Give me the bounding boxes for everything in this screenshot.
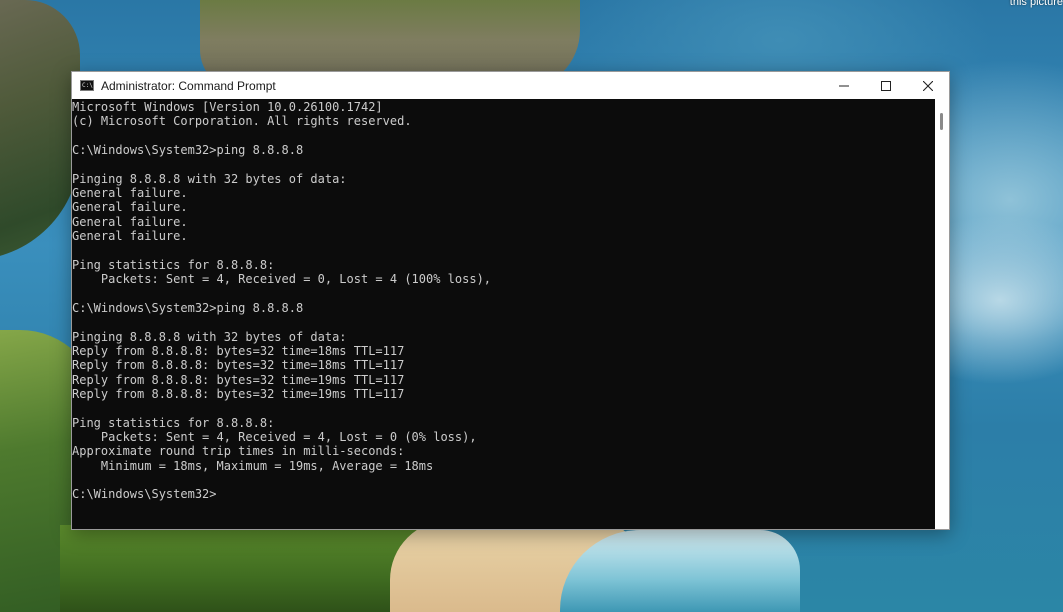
- close-icon: [923, 80, 933, 91]
- command-prompt-icon-text: C:\: [82, 81, 93, 89]
- minimize-icon: [839, 85, 849, 86]
- maximize-button[interactable]: [865, 72, 907, 99]
- console-line: Packets: Sent = 4, Received = 0, Lost = …: [72, 272, 492, 287]
- console-text: Microsoft Windows [Version 10.0.26100.17…: [72, 99, 935, 502]
- close-button[interactable]: [907, 72, 949, 99]
- console-line: General failure.: [72, 214, 188, 229]
- console-line: General failure.: [72, 229, 188, 244]
- console-output[interactable]: Microsoft Windows [Version 10.0.26100.17…: [72, 99, 935, 529]
- console-line: Ping statistics for 8.8.8.8:: [72, 257, 275, 272]
- console-line: C:\Windows\System32>ping 8.8.8.8: [72, 300, 304, 315]
- maximize-icon: [881, 80, 891, 91]
- console-line: Reply from 8.8.8.8: bytes=32 time=19ms T…: [72, 372, 405, 387]
- console-line: General failure.: [72, 200, 188, 215]
- window-controls: [823, 72, 949, 99]
- desktop-corner-text: this picture: [1009, 0, 1063, 8]
- console-line: Reply from 8.8.8.8: bytes=32 time=18ms T…: [72, 343, 405, 358]
- scrollbar-thumb[interactable]: [940, 113, 943, 130]
- wallpaper-vegetation: [60, 525, 420, 612]
- console-line: Microsoft Windows [Version 10.0.26100.17…: [72, 100, 383, 114]
- title-bar[interactable]: C:\ Administrator: Command Prompt: [72, 72, 949, 99]
- console-line: Pinging 8.8.8.8 with 32 bytes of data:: [72, 329, 347, 344]
- wallpaper-surf: [560, 530, 800, 612]
- console-line: Minimum = 18ms, Maximum = 19ms, Average …: [72, 458, 434, 473]
- console-line: Reply from 8.8.8.8: bytes=32 time=18ms T…: [72, 358, 405, 373]
- minimize-button[interactable]: [823, 72, 865, 99]
- console-line: Packets: Sent = 4, Received = 4, Lost = …: [72, 429, 477, 444]
- command-prompt-icon: C:\: [80, 80, 94, 91]
- console-line: General failure.: [72, 186, 188, 201]
- window-title: Administrator: Command Prompt: [101, 78, 276, 93]
- console-line: (c) Microsoft Corporation. All rights re…: [72, 114, 412, 129]
- command-prompt-window[interactable]: C:\ Administrator: Command Prompt Micros…: [71, 71, 950, 530]
- console-line: Reply from 8.8.8.8: bytes=32 time=19ms T…: [72, 386, 405, 401]
- console-line: Pinging 8.8.8.8 with 32 bytes of data:: [72, 171, 347, 186]
- vertical-scrollbar[interactable]: [935, 99, 949, 529]
- console-line: C:\Windows\System32>: [72, 487, 217, 502]
- console-line: Approximate round trip times in milli-se…: [72, 444, 405, 459]
- console-line: C:\Windows\System32>ping 8.8.8.8: [72, 143, 304, 158]
- console-line: Ping statistics for 8.8.8.8:: [72, 415, 275, 430]
